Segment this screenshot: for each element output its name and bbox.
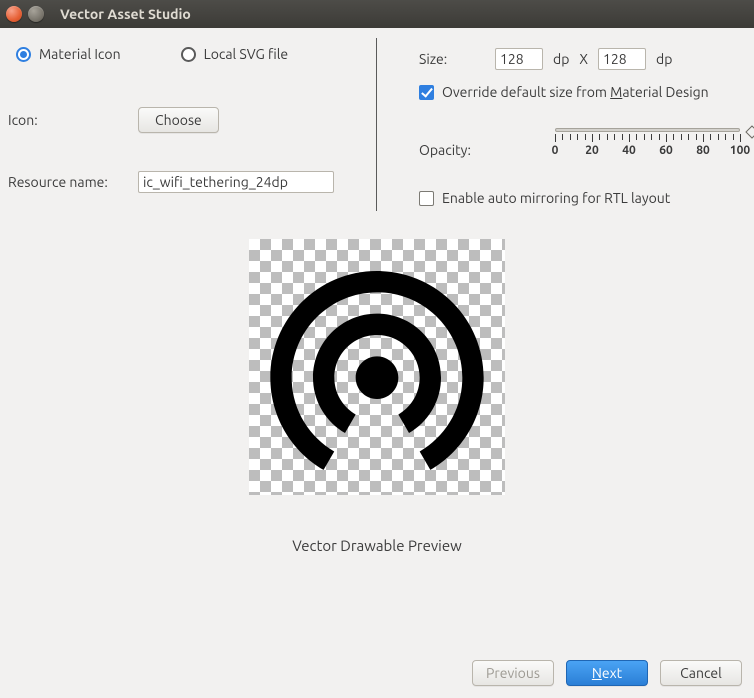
size-separator: X (579, 51, 588, 67)
window-titlebar: Vector Asset Studio (0, 0, 754, 28)
right-column: Size: dp X dp Override default size from… (376, 38, 746, 211)
minimize-icon[interactable] (28, 6, 44, 22)
preview-canvas (249, 239, 505, 495)
size-width-unit: dp (553, 51, 569, 67)
resource-name-row: Resource name: (8, 171, 368, 193)
rtl-mirror-label: Enable auto mirroring for RTL layout (442, 190, 670, 206)
preview-section: Vector Drawable Preview (8, 239, 746, 554)
opacity-row: Opacity: 020406080100 (419, 128, 740, 162)
radio-local-svg-label: Local SVG file (204, 46, 289, 62)
asset-source-group: Material Icon Local SVG file (8, 46, 368, 62)
size-row: Size: dp X dp (419, 48, 740, 70)
previous-button: Previous (472, 660, 554, 686)
size-label: Size: (419, 51, 495, 67)
override-size-label: Override default size from Material Desi… (442, 84, 709, 100)
radio-material-icon[interactable]: Material Icon (16, 46, 121, 62)
next-button[interactable]: Next (566, 660, 648, 686)
icon-row: Icon: Choose (8, 107, 368, 133)
cancel-button[interactable]: Cancel (660, 660, 742, 686)
resource-name-label: Resource name: (8, 174, 138, 190)
size-height-input[interactable] (598, 48, 646, 70)
opacity-slider[interactable]: 020406080100 (495, 128, 740, 162)
override-size-row[interactable]: Override default size from Material Desi… (419, 84, 740, 100)
dialog-footer: Previous Next Cancel (472, 660, 742, 686)
wifi-tethering-icon (249, 239, 505, 495)
dialog-content: Material Icon Local SVG file Icon: Choos… (0, 28, 754, 554)
window-title: Vector Asset Studio (60, 6, 191, 22)
radio-local-svg-input[interactable] (181, 47, 196, 62)
radio-material-icon-label: Material Icon (39, 46, 121, 62)
close-icon[interactable] (6, 6, 22, 22)
left-column: Material Icon Local SVG file Icon: Choos… (8, 38, 376, 211)
preview-caption: Vector Drawable Preview (292, 537, 462, 554)
radio-material-icon-input[interactable] (16, 47, 31, 62)
resource-name-input[interactable] (138, 171, 334, 193)
size-width-input[interactable] (495, 48, 543, 70)
choose-button[interactable]: Choose (138, 107, 219, 133)
icon-label: Icon: (8, 112, 138, 128)
override-size-checkbox[interactable] (419, 85, 434, 100)
rtl-mirror-row[interactable]: Enable auto mirroring for RTL layout (419, 190, 740, 206)
radio-local-svg[interactable]: Local SVG file (181, 46, 289, 62)
size-height-unit: dp (656, 51, 672, 67)
opacity-label: Opacity: (419, 128, 495, 158)
rtl-mirror-checkbox[interactable] (419, 191, 434, 206)
opacity-slider-ticks: 020406080100 (555, 134, 740, 162)
